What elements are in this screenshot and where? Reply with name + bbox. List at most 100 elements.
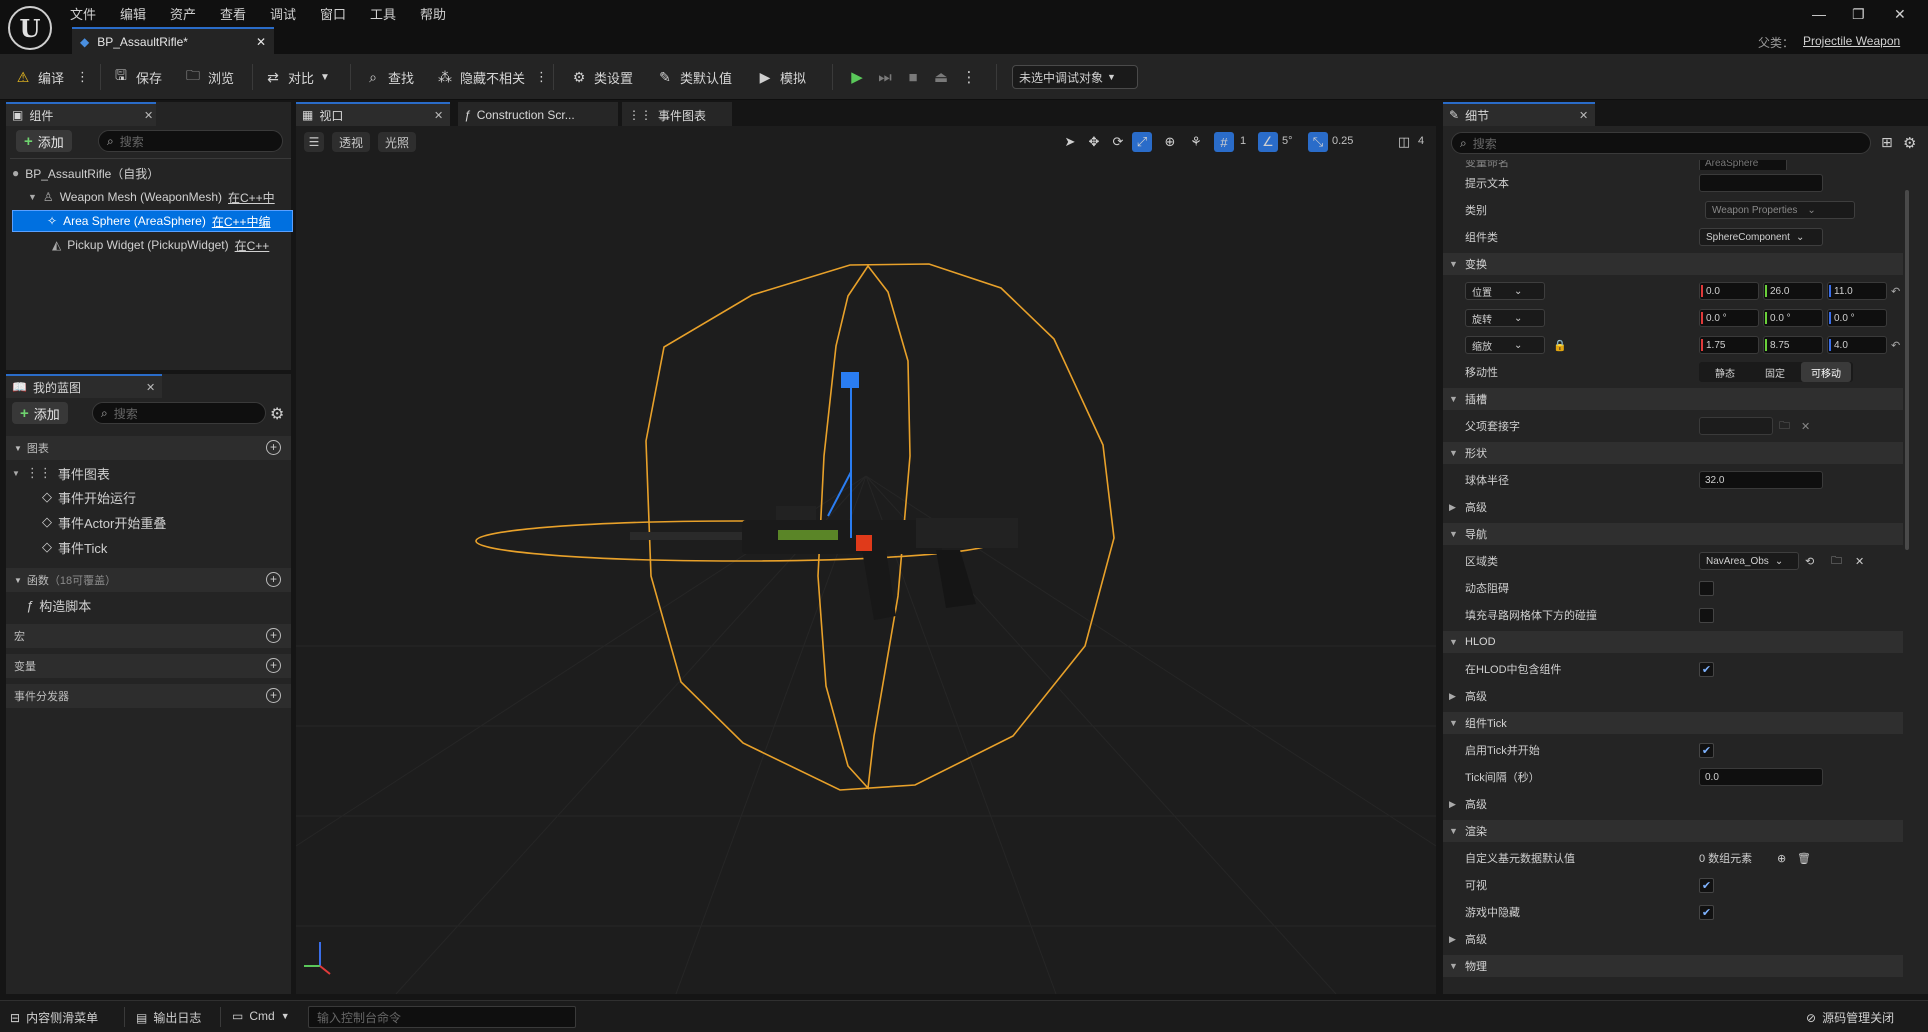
lit-mode-button[interactable]: 光照 — [378, 132, 416, 152]
close-icon[interactable]: ✕ — [144, 109, 153, 122]
content-drawer-button[interactable]: ⊟ 内容侧滑菜单 — [10, 1009, 98, 1026]
menu-view[interactable]: 查看 — [220, 4, 246, 23]
add-member-button[interactable]: + 添加 — [12, 402, 68, 424]
browse-folder-icon[interactable]: 🗀 — [1831, 552, 1842, 571]
physics-section[interactable]: ▼ 物理 — [1443, 955, 1903, 977]
tick-interval-field[interactable]: 0.0 — [1699, 768, 1823, 786]
tab-my-blueprint[interactable]: 📖 我的蓝图 ✕ — [6, 374, 162, 398]
visible-checkbox[interactable]: ✔ — [1699, 877, 1714, 893]
scale-mode-dropdown[interactable]: 缩放 ⌄ — [1465, 336, 1545, 354]
trash-icon[interactable]: 🗑 — [1797, 852, 1811, 865]
rotation-z-field[interactable]: 0.0 ° — [1827, 309, 1887, 327]
components-search-input[interactable]: ⌕ 搜索 — [98, 130, 283, 152]
tab-details[interactable]: ✎ 细节 ✕ — [1443, 102, 1595, 126]
restore-icon[interactable]: ❐ — [1852, 6, 1865, 23]
hlod-advanced-row[interactable]: ▶ 高级 — [1443, 685, 1903, 707]
rotate-mode-icon[interactable]: ⟳ — [1108, 132, 1128, 152]
lock-icon[interactable]: 🔒 — [1553, 339, 1567, 352]
rotation-mode-dropdown[interactable]: 旋转 ⌄ — [1465, 309, 1545, 327]
close-window-icon[interactable]: ✕ — [1894, 6, 1906, 23]
menu-file[interactable]: 文件 — [70, 4, 96, 23]
rotation-x-field[interactable]: 0.0 ° — [1699, 309, 1759, 327]
viewport-options-menu[interactable]: ☰ — [304, 132, 324, 152]
add-graph-icon[interactable]: + — [266, 440, 281, 455]
add-macro-icon[interactable]: + — [266, 628, 281, 643]
clear-icon[interactable]: ✕ — [1801, 420, 1810, 433]
functions-section-header[interactable]: ▼ 函数 （18可覆盖） + — [6, 568, 291, 592]
start-with-tick-checkbox[interactable]: ✔ — [1699, 742, 1714, 758]
rendering-advanced-row[interactable]: ▶ 高级 — [1443, 928, 1903, 950]
use-selected-icon[interactable]: ⟲ — [1805, 555, 1814, 568]
event-item[interactable]: ◇ 事件Actor开始重叠 — [42, 511, 166, 533]
class-settings-button[interactable]: ⚙ 类设置 — [570, 65, 633, 89]
mobility-movable[interactable]: 可移动 — [1801, 362, 1851, 382]
scrollbar-thumb[interactable] — [1905, 190, 1909, 550]
compile-button[interactable]: ⚠ 编译 ⋮ — [14, 65, 89, 89]
tab-event-graph[interactable]: ⋮⋮ 事件图表 — [622, 102, 732, 126]
eject-icon[interactable]: ⏏ — [930, 66, 952, 88]
tab-components[interactable]: ▣ 组件 ✕ — [6, 102, 156, 126]
component-class-dropdown[interactable]: SphereComponent ⌄ — [1699, 228, 1823, 246]
category-dropdown[interactable]: Weapon Properties ⌄ — [1705, 201, 1855, 219]
tab-viewport[interactable]: ▦ 视口 ✕ — [296, 102, 450, 126]
menu-edit[interactable]: 编辑 — [120, 4, 146, 23]
gear-icon[interactable]: ⚙ — [1903, 134, 1916, 152]
add-component-button[interactable]: + 添加 — [16, 130, 72, 152]
parent-class-link[interactable]: Projectile Weapon — [1803, 34, 1900, 48]
grid-snap-value[interactable]: 1 — [1240, 135, 1246, 147]
tab-construction-script[interactable]: ƒ Construction Scr... — [458, 102, 618, 126]
shape-section[interactable]: ▼ 形状 — [1443, 442, 1903, 464]
camera-speed-value[interactable]: 4 — [1418, 135, 1424, 147]
details-search-input[interactable]: ⌕ 搜索 — [1451, 132, 1871, 154]
find-button[interactable]: ⌕ 查找 — [364, 65, 414, 89]
menu-tools[interactable]: 工具 — [370, 4, 396, 23]
more-options-icon[interactable]: ⋮ — [76, 69, 89, 85]
debug-target-dropdown[interactable]: 未选中调试对象 ▼ — [1012, 65, 1138, 89]
viewport[interactable]: ☰ 透视 光照 ➤ ✥ ⟳ ⤢ ⊕ ⚘ # 1 ∠ 5° ⤡ 0.25 ◫ 4 — [296, 126, 1436, 994]
tick-advanced-row[interactable]: ▶ 高级 — [1443, 793, 1903, 815]
location-y-field[interactable]: 26.0 — [1763, 282, 1823, 300]
camera-speed-icon[interactable]: ◫ — [1394, 132, 1414, 152]
location-x-field[interactable]: 0.0 — [1699, 282, 1759, 300]
event-graph-item[interactable]: ▼ ⋮⋮ 事件图表 — [12, 462, 110, 484]
gear-icon[interactable]: ⚙ — [270, 404, 284, 424]
tree-item-area-sphere[interactable]: ✧ Area Sphere (AreaSphere) 在C++中编 — [12, 210, 293, 232]
stop-icon[interactable]: ■ — [902, 66, 924, 88]
menu-help[interactable]: 帮助 — [420, 4, 446, 23]
close-icon[interactable]: ✕ — [146, 381, 155, 394]
rotation-snap-value[interactable]: 5° — [1282, 135, 1293, 147]
tree-item-root[interactable]: ● BP_AssaultRifle（自我） — [12, 162, 287, 184]
clear-icon[interactable]: ✕ — [1855, 555, 1864, 568]
rotation-y-field[interactable]: 0.0 ° — [1763, 309, 1823, 327]
navigation-section[interactable]: ▼ 导航 — [1443, 523, 1903, 545]
dynamic-obstacle-checkbox[interactable] — [1699, 580, 1714, 596]
document-tab[interactable]: ◆ BP_AssaultRifle* ✕ — [72, 27, 274, 54]
graphs-section-header[interactable]: ▼ 图表 + — [6, 436, 291, 460]
hidden-in-game-checkbox[interactable]: ✔ — [1699, 904, 1714, 920]
more-options-icon[interactable]: ⋮ — [535, 69, 548, 85]
variable-name-field[interactable]: AreaSphere — [1699, 160, 1787, 170]
perspective-button[interactable]: 透视 — [332, 132, 370, 152]
play-icon[interactable]: ▶ — [846, 66, 868, 88]
area-class-dropdown[interactable]: NavArea_Obs ⌄ — [1699, 552, 1799, 570]
menu-asset[interactable]: 资产 — [170, 4, 196, 23]
event-item[interactable]: ◇ 事件开始运行 — [42, 486, 136, 508]
cmd-dropdown[interactable]: ▭ Cmd ▼ — [232, 1009, 290, 1023]
tree-item-pickup-widget[interactable]: ◭ Pickup Widget (PickupWidget) 在C++ — [52, 234, 287, 256]
reset-icon[interactable]: ↶ — [1891, 285, 1900, 298]
transform-section[interactable]: ▼ 变换 — [1443, 253, 1903, 275]
event-item[interactable]: ◇ 事件Tick — [42, 536, 107, 558]
scale-z-field[interactable]: 4.0 — [1827, 336, 1887, 354]
cpp-link[interactable]: 在C++中 — [228, 189, 275, 206]
hide-unrelated-button[interactable]: ⁂ 隐藏不相关 ⋮ — [436, 65, 548, 89]
advance-frame-icon[interactable]: ⏭ — [874, 66, 896, 88]
close-icon[interactable]: ✕ — [256, 35, 266, 49]
menu-window[interactable]: 窗口 — [320, 4, 346, 23]
cpp-link[interactable]: 在C++中编 — [212, 213, 271, 230]
add-dispatcher-icon[interactable]: + — [266, 688, 281, 703]
location-z-field[interactable]: 11.0 — [1827, 282, 1887, 300]
rotation-snap-icon[interactable]: ∠ — [1258, 132, 1278, 152]
reset-icon[interactable]: ↶ — [1891, 339, 1900, 352]
simulate-button[interactable]: ▶ 模拟 — [756, 65, 806, 89]
close-icon[interactable]: ✕ — [1579, 109, 1588, 122]
